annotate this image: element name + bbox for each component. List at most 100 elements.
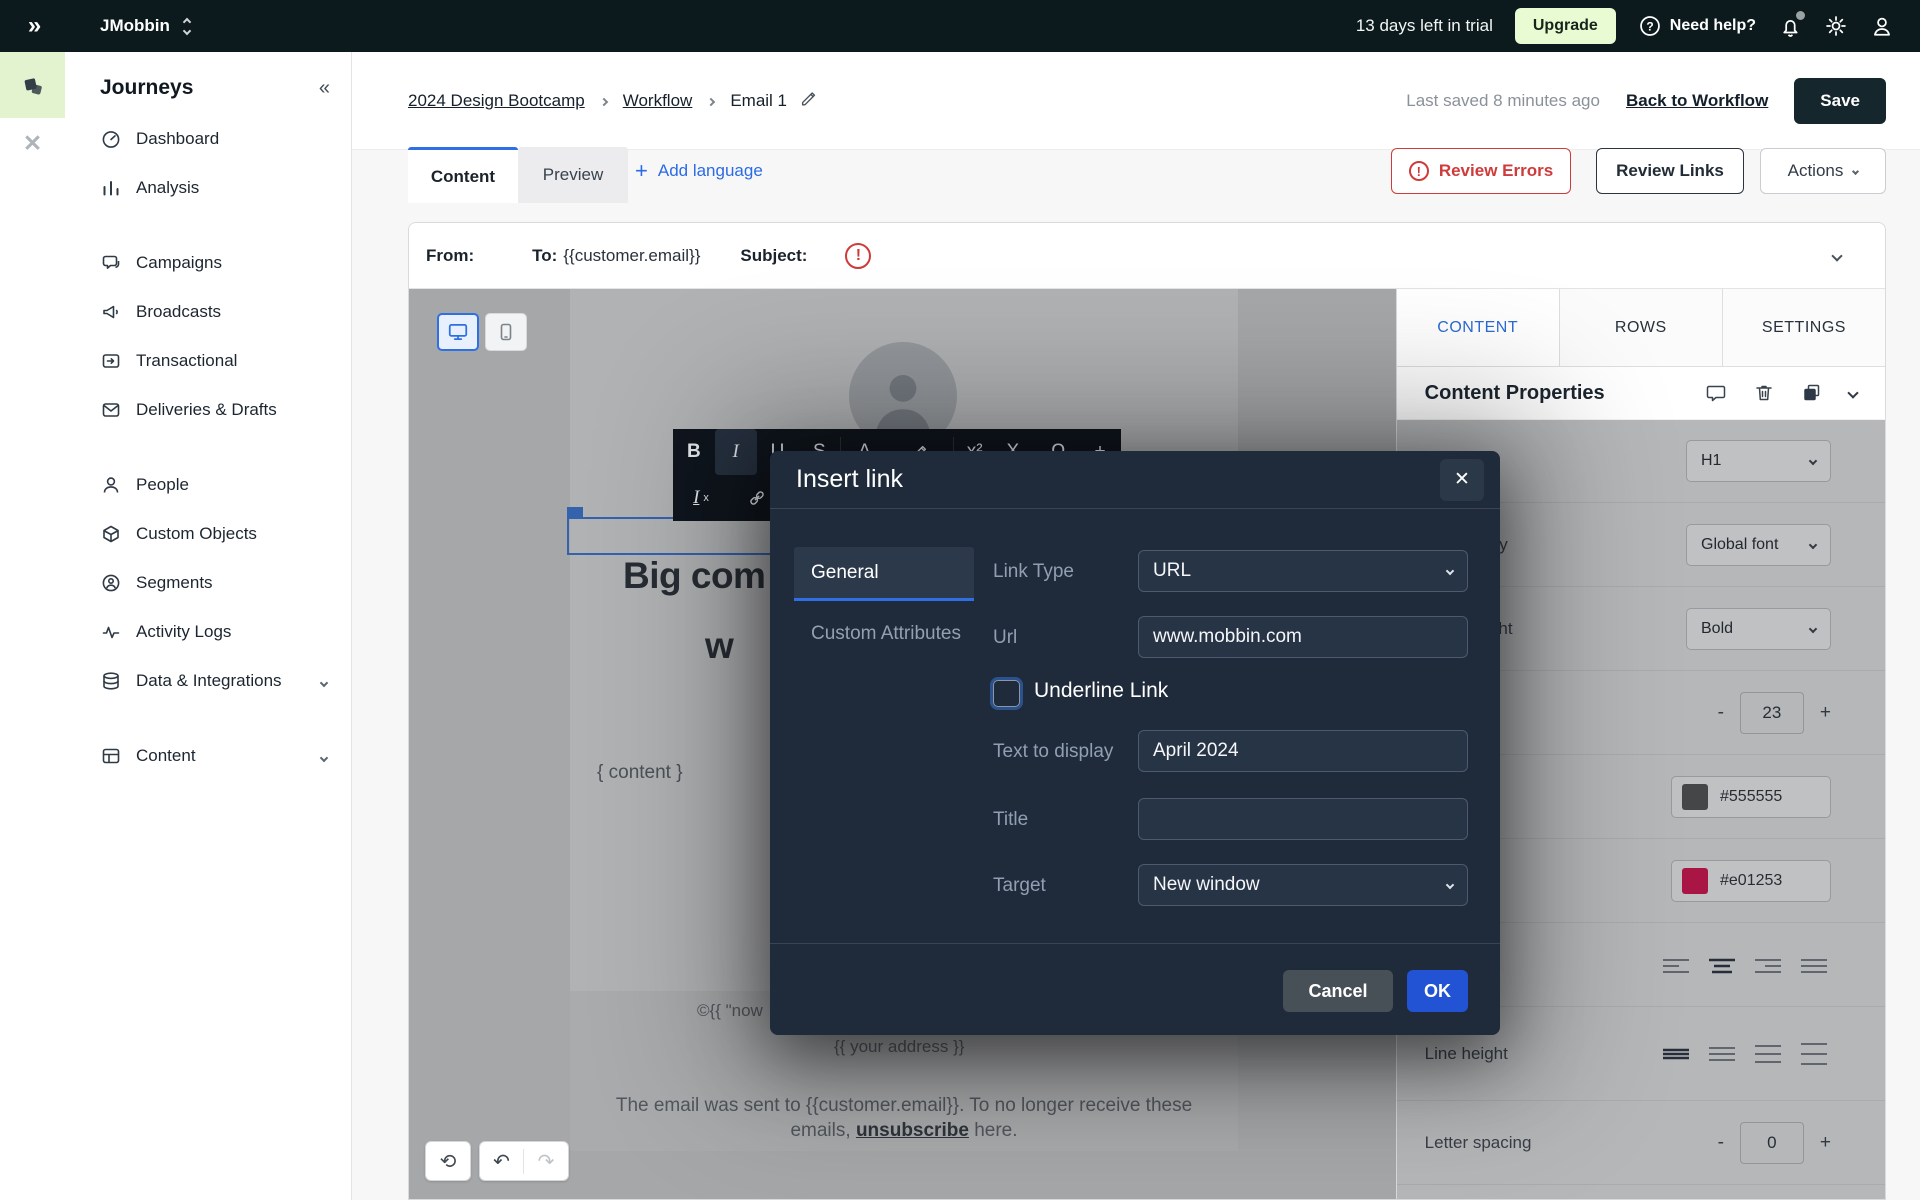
content-grid-icon [100, 745, 122, 767]
modal-footer: Cancel OK [770, 943, 1500, 1035]
subject-error-icon: ! [845, 243, 871, 269]
undo-button[interactable]: ↶ [480, 1149, 524, 1174]
link-icon [747, 488, 767, 508]
error-icon: ! [1409, 161, 1429, 181]
sidebar-collapse-button[interactable]: « [319, 77, 327, 100]
database-icon [100, 670, 122, 692]
ok-button[interactable]: OK [1407, 970, 1468, 1012]
breadcrumb-email: Email 1 [730, 91, 787, 111]
sidebar-item-data-integrations[interactable]: Data & Integrations [65, 656, 351, 705]
breadcrumb-campaign[interactable]: 2024 Design Bootcamp [408, 91, 585, 111]
sidebar-item-deliveries-drafts[interactable]: Deliveries & Drafts [65, 385, 351, 434]
actions-button[interactable]: Actions [1760, 148, 1886, 194]
apps-switcher-icon[interactable]: ✕ [0, 118, 65, 168]
url-label: Url [993, 627, 1017, 649]
notifications-button[interactable] [1778, 14, 1802, 38]
monitor-icon [447, 321, 469, 343]
topbar: » JMobbin 13 days left in trial Upgrade … [0, 0, 1920, 52]
sidebar-item-content[interactable]: Content [65, 731, 351, 780]
review-links-button[interactable]: Review Links [1596, 148, 1744, 194]
need-help-link[interactable]: ? Need help? [1638, 14, 1756, 38]
person-circle-icon [100, 572, 122, 594]
envelope-icon [100, 399, 122, 421]
back-to-workflow-link[interactable]: Back to Workflow [1626, 91, 1768, 111]
from-label: From: [426, 246, 474, 266]
sidebar-item-custom-objects[interactable]: Custom Objects [65, 509, 351, 558]
chevron-down-icon [321, 671, 327, 691]
sidebar-item-analysis[interactable]: Analysis [65, 163, 351, 212]
add-language-button[interactable]: + Add language [635, 160, 763, 182]
history-button[interactable]: ⟲ [426, 1149, 470, 1174]
account-button[interactable] [1870, 14, 1894, 38]
panel-tabs: CONTENT ROWS SETTINGS [1397, 289, 1885, 367]
cancel-button[interactable]: Cancel [1283, 970, 1393, 1012]
edit-name-button[interactable] [799, 88, 819, 113]
plus-icon: + [635, 160, 648, 182]
caret-down-icon [1852, 167, 1859, 174]
trash-icon[interactable] [1753, 382, 1775, 404]
tab-preview[interactable]: Preview [518, 147, 628, 203]
bold-button[interactable]: B [673, 429, 715, 475]
link-type-select[interactable]: URL [1138, 550, 1468, 592]
sidebar-item-dashboard[interactable]: Dashboard [65, 114, 351, 163]
app-rail: ✕ [0, 52, 65, 1200]
panel-tab-settings[interactable]: SETTINGS [1722, 289, 1885, 366]
desktop-view-button[interactable] [437, 313, 479, 351]
duplicate-icon[interactable] [1801, 382, 1823, 404]
help-icon: ? [1638, 14, 1662, 38]
panel-tab-content[interactable]: CONTENT [1397, 289, 1559, 366]
chevron-down-icon [1446, 881, 1454, 889]
title-label: Title [993, 809, 1028, 831]
upgrade-button[interactable]: Upgrade [1515, 8, 1616, 44]
url-input[interactable]: www.mobbin.com [1138, 616, 1468, 658]
panel-title: Content Properties [1425, 382, 1605, 405]
collapse-panel-chevron-icon[interactable] [1849, 384, 1857, 402]
chevron-down-icon [321, 746, 327, 766]
italic-button[interactable]: I [715, 429, 757, 475]
text-to-display-input[interactable]: April 2024 [1138, 730, 1468, 772]
send-box-icon [100, 350, 122, 372]
underline-link-checkbox[interactable] [993, 680, 1020, 707]
save-button[interactable]: Save [1794, 78, 1886, 124]
panel-tab-rows[interactable]: ROWS [1559, 289, 1722, 366]
close-button[interactable]: ✕ [1440, 459, 1484, 501]
sidebar-item-segments[interactable]: Segments [65, 558, 351, 607]
target-select[interactable]: New window [1138, 864, 1468, 906]
modal-tab-general[interactable]: General [794, 547, 974, 601]
workspace-switcher-icon[interactable] [184, 19, 190, 34]
chevron-right-icon [601, 92, 607, 110]
megaphone-icon [100, 301, 122, 323]
chat-bubble-icon [100, 252, 122, 274]
comment-icon[interactable] [1705, 382, 1727, 404]
pencil-icon [799, 88, 819, 108]
notification-dot [1796, 11, 1805, 20]
underline-link-label: Underline Link [1034, 679, 1168, 703]
redo-button[interactable]: ↷ [524, 1149, 568, 1174]
breadcrumb-workflow[interactable]: Workflow [623, 91, 693, 111]
mobbin-logo-icon[interactable]: » [0, 12, 65, 40]
workspace-name[interactable]: JMobbin [100, 16, 170, 36]
sidebar-item-broadcasts[interactable]: Broadcasts [65, 287, 351, 336]
review-errors-button[interactable]: ! Review Errors [1391, 148, 1571, 194]
chevron-right-icon [708, 92, 714, 110]
mobile-view-button[interactable] [485, 313, 527, 351]
sidebar-item-transactional[interactable]: Transactional [65, 336, 351, 385]
clear-formatting-button[interactable]: Ix [673, 475, 729, 521]
sidebar-item-campaigns[interactable]: Campaigns [65, 238, 351, 287]
email-meta-bar[interactable]: From: To: {{customer.email}} Subject: ! [409, 223, 1885, 289]
page-header: 2024 Design Bootcamp Workflow Email 1 La… [352, 52, 1920, 150]
modal-title: Insert link [796, 465, 903, 494]
tab-content[interactable]: Content [408, 147, 518, 203]
insert-link-modal: Insert link ✕ General Custom Attributes … [770, 451, 1500, 1035]
last-saved-status: Last saved 8 minutes ago [1406, 91, 1600, 111]
settings-button[interactable] [1824, 14, 1848, 38]
title-input[interactable] [1138, 798, 1468, 840]
person-outline-icon [100, 474, 122, 496]
trial-countdown: 13 days left in trial [1356, 16, 1493, 36]
sidebar-item-people[interactable]: People [65, 460, 351, 509]
modal-tab-custom-attributes[interactable]: Custom Attributes [794, 623, 961, 645]
journeys-app-icon[interactable] [0, 52, 65, 118]
sidebar-item-activity-logs[interactable]: Activity Logs [65, 607, 351, 656]
expand-meta-chevron-icon[interactable] [1833, 247, 1841, 265]
cube-icon [100, 523, 122, 545]
